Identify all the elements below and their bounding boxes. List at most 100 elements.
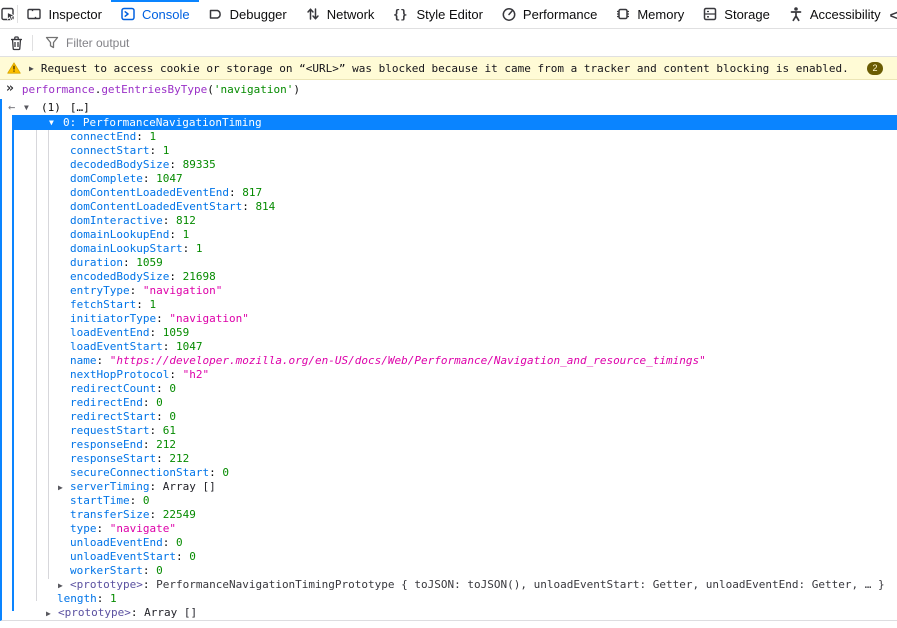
tree-row[interactable]: redirectStart: 0 bbox=[2, 410, 897, 424]
toolbar-overflow-chevron-icon[interactable]: <> bbox=[890, 0, 897, 28]
property-name: workerStart bbox=[70, 564, 143, 577]
property-colon: : bbox=[130, 284, 143, 297]
tree-row[interactable]: domInteractive: 812 bbox=[2, 214, 897, 228]
command-token: ) bbox=[293, 83, 300, 96]
tree-row[interactable]: domContentLoadedEventEnd: 817 bbox=[2, 186, 897, 200]
selected-tree-row[interactable]: ▼ 0: PerformanceNavigationTiming bbox=[12, 115, 897, 130]
property-colon: : bbox=[163, 340, 176, 353]
tree-row[interactable]: type: "navigate" bbox=[2, 522, 897, 536]
tree-row[interactable]: domainLookupStart: 1 bbox=[2, 242, 897, 256]
network-icon bbox=[305, 6, 321, 22]
array-guide-line bbox=[36, 130, 37, 601]
property-value: "h2" bbox=[183, 368, 210, 381]
twisty-expanded-icon[interactable]: ▼ bbox=[49, 118, 63, 127]
return-value-arrow-icon: ← bbox=[8, 100, 24, 114]
result-summary-row[interactable]: ← ▼ (1) […] bbox=[2, 99, 897, 115]
property-colon: : bbox=[143, 564, 156, 577]
tree-row[interactable]: ▶serverTiming: Array [] bbox=[2, 480, 897, 494]
tab-label: Style Editor bbox=[416, 7, 482, 22]
tab-accessibility[interactable]: Accessibility bbox=[779, 0, 890, 28]
tree-row[interactable]: redirectCount: 0 bbox=[2, 382, 897, 396]
property-value: "navigation" bbox=[169, 312, 248, 325]
tree-row[interactable]: responseStart: 212 bbox=[2, 452, 897, 466]
pick-element-button[interactable] bbox=[0, 0, 17, 28]
console-icon bbox=[120, 6, 136, 22]
property-name: length bbox=[57, 592, 97, 605]
tree-row[interactable]: nextHopProtocol: "h2" bbox=[2, 368, 897, 382]
property-value: "https://developer.mozilla.org/en-US/doc… bbox=[110, 354, 706, 367]
tab-debugger[interactable]: Debugger bbox=[199, 0, 296, 28]
tab-storage[interactable]: Storage bbox=[693, 0, 779, 28]
tree-row[interactable]: length: 1 bbox=[2, 592, 897, 606]
filter-box[interactable] bbox=[33, 36, 897, 50]
property-name: domainLookupEnd bbox=[70, 228, 169, 241]
property-name: unloadEventEnd bbox=[70, 536, 163, 549]
property-colon: : bbox=[149, 144, 162, 157]
filter-funnel-icon bbox=[45, 36, 59, 49]
tree-row[interactable]: domContentLoadedEventStart: 814 bbox=[2, 200, 897, 214]
expand-guide-line[interactable] bbox=[12, 130, 14, 611]
tree-row[interactable]: loadEventStart: 1047 bbox=[2, 340, 897, 354]
tree-row[interactable]: domainLookupEnd: 1 bbox=[2, 228, 897, 242]
tree-row[interactable]: domComplete: 1047 bbox=[2, 172, 897, 186]
tree-row[interactable]: startTime: 0 bbox=[2, 494, 897, 508]
tab-inspector[interactable]: Inspector bbox=[17, 0, 110, 28]
tree-row[interactable]: fetchStart: 1 bbox=[2, 298, 897, 312]
tree-row[interactable]: entryType: "navigation" bbox=[2, 284, 897, 298]
filter-output-input[interactable] bbox=[66, 36, 897, 50]
tree-row[interactable]: initiatorType: "navigation" bbox=[2, 312, 897, 326]
property-colon: : bbox=[183, 242, 196, 255]
twisty-expanded-icon[interactable]: ▼ bbox=[24, 103, 38, 112]
clear-console-button[interactable] bbox=[0, 35, 32, 51]
property-name: transferSize bbox=[70, 508, 149, 521]
property-value: 1 bbox=[196, 242, 203, 255]
tab-performance[interactable]: Performance bbox=[492, 0, 606, 28]
property-name: unloadEventStart bbox=[70, 550, 176, 563]
twisty-collapsed-icon[interactable]: ▶ bbox=[29, 64, 34, 73]
property-colon: : bbox=[97, 354, 110, 367]
tab-style-editor[interactable]: {}Style Editor bbox=[383, 0, 491, 28]
tab-label: Console bbox=[142, 7, 190, 22]
command-result-message: ← ▼ (1) […] ▼ 0: PerformanceNavigationTi… bbox=[0, 99, 897, 621]
tree-row[interactable]: requestStart: 61 bbox=[2, 424, 897, 438]
command-token: getEntriesByType bbox=[101, 83, 207, 96]
twisty-collapsed-icon[interactable]: ▶ bbox=[58, 481, 70, 495]
property-name: startTime bbox=[70, 494, 130, 507]
property-colon: : bbox=[169, 368, 182, 381]
tree-row[interactable]: ▶<prototype>: Array [] bbox=[2, 606, 897, 620]
tree-row[interactable]: encodedBodySize: 21698 bbox=[2, 270, 897, 284]
tree-row[interactable]: ▶<prototype>: PerformanceNavigationTimin… bbox=[2, 578, 897, 592]
tree-row[interactable]: loadEventEnd: 1059 bbox=[2, 326, 897, 340]
tree-row[interactable]: transferSize: 22549 bbox=[2, 508, 897, 522]
twisty-collapsed-icon[interactable]: ▶ bbox=[58, 579, 70, 593]
tree-row[interactable]: redirectEnd: 0 bbox=[2, 396, 897, 410]
property-value: 1059 bbox=[136, 256, 163, 269]
tree-row[interactable]: workerStart: 0 bbox=[2, 564, 897, 578]
tree-row[interactable]: unloadEventStart: 0 bbox=[2, 550, 897, 564]
tree-row[interactable]: connectStart: 1 bbox=[2, 144, 897, 158]
property-colon: : bbox=[143, 172, 156, 185]
property-name: redirectEnd bbox=[70, 396, 143, 409]
property-colon: : bbox=[242, 200, 255, 213]
property-colon: : bbox=[149, 508, 162, 521]
property-name: connectStart bbox=[70, 144, 149, 157]
tree-row[interactable]: secureConnectionStart: 0 bbox=[2, 466, 897, 480]
property-name: <prototype> bbox=[70, 578, 143, 591]
console-warning-message[interactable]: ▶ Request to access cookie or storage on… bbox=[0, 57, 897, 80]
tree-row[interactable]: connectEnd: 1 bbox=[2, 130, 897, 144]
twisty-collapsed-icon[interactable]: ▶ bbox=[46, 607, 58, 621]
evaluated-command-row[interactable]: » performance.getEntriesByType('navigati… bbox=[0, 80, 897, 99]
tree-row[interactable]: name: "https://developer.mozilla.org/en-… bbox=[2, 354, 897, 368]
tree-row[interactable]: duration: 1059 bbox=[2, 256, 897, 270]
tab-console[interactable]: Console bbox=[111, 0, 199, 28]
property-colon: : bbox=[136, 130, 149, 143]
property-colon: : bbox=[163, 214, 176, 227]
property-value: 0 bbox=[222, 466, 229, 479]
tab-memory[interactable]: Memory bbox=[606, 0, 693, 28]
property-name: <prototype> bbox=[58, 606, 131, 619]
tree-row[interactable]: decodedBodySize: 89335 bbox=[2, 158, 897, 172]
tree-row[interactable]: responseEnd: 212 bbox=[2, 438, 897, 452]
property-name: domainLookupStart bbox=[70, 242, 183, 255]
tab-network[interactable]: Network bbox=[296, 0, 384, 28]
tree-row[interactable]: unloadEventEnd: 0 bbox=[2, 536, 897, 550]
